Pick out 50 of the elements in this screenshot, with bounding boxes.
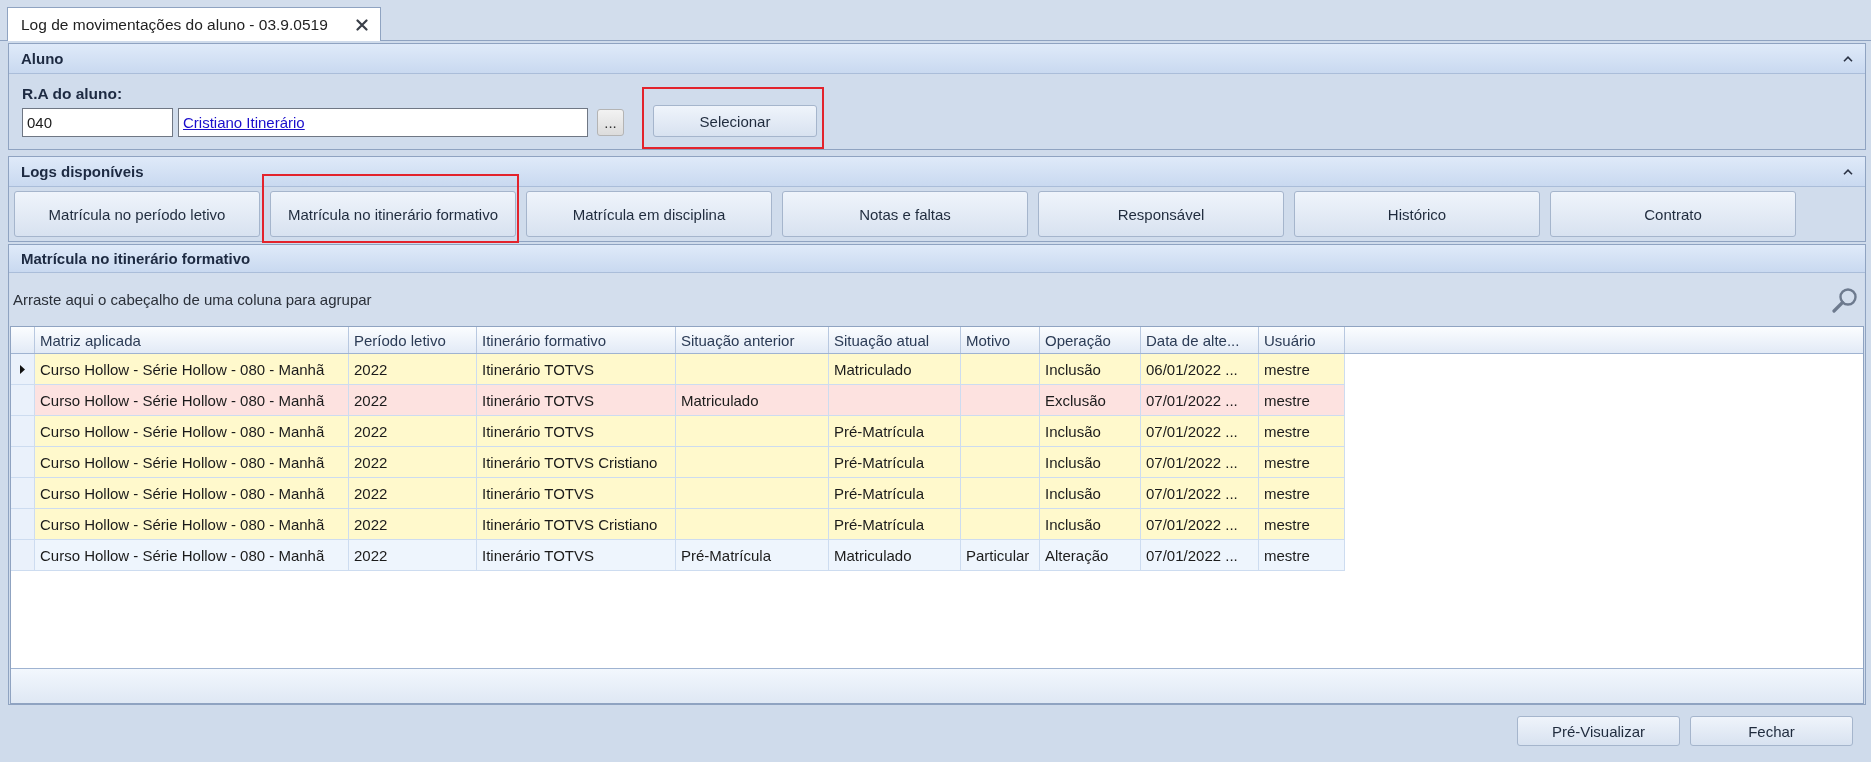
panel-title: Aluno xyxy=(21,50,64,67)
log-type-button[interactable]: Matrícula no período letivo xyxy=(14,191,260,237)
table-row[interactable]: Curso Hollow - Série Hollow - 080 - Manhã 2022 Itinerário TOTVS Pré-Matrícula Inclusão 07/01/2022 ... mestre xyxy=(11,478,1345,509)
close-icon[interactable] xyxy=(356,18,368,31)
ra-input-field[interactable]: 040 xyxy=(22,108,173,137)
browse-button[interactable]: ... xyxy=(597,109,624,136)
table-cell: Pré-Matrícula xyxy=(676,540,829,571)
footer-button[interactable]: Pré-Visualizar xyxy=(1517,716,1680,746)
student-name-field[interactable]: Cristiano Itinerário xyxy=(178,108,588,137)
log-type-button[interactable]: Matrícula no itinerário formativo xyxy=(270,191,516,237)
student-name-link[interactable]: Cristiano Itinerário xyxy=(183,114,305,131)
column-header[interactable]: Itinerário formativo xyxy=(477,327,676,353)
column-header[interactable]: Usuário xyxy=(1259,327,1345,353)
table-cell: Matriculado xyxy=(829,540,961,571)
document-tab[interactable]: Log de movimentações do aluno - 03.9.0519 xyxy=(7,7,381,41)
panel-title: Logs disponíveis xyxy=(21,163,144,180)
log-type-button[interactable]: Matrícula em disciplina xyxy=(526,191,772,237)
table-cell: Alteração xyxy=(1040,540,1141,571)
field-label: R.A do aluno: xyxy=(22,84,123,103)
log-type-button[interactable]: Responsável xyxy=(1038,191,1284,237)
table-cell: 07/01/2022 ... xyxy=(1141,540,1259,571)
column-header[interactable]: Operação xyxy=(1040,327,1141,353)
table-cell: Curso Hollow - Série Hollow - 080 - Manhã xyxy=(35,540,349,571)
group-by-hint: Arraste aqui o cabeçalho de uma coluna para agrupar xyxy=(13,291,372,308)
footer-button[interactable]: Fechar xyxy=(1690,716,1853,746)
column-header[interactable]: Situação anterior xyxy=(676,327,829,353)
table-cell: mestre xyxy=(1259,540,1345,571)
table-cell: Particular xyxy=(961,540,1040,571)
column-header[interactable]: Motivo xyxy=(961,327,1040,353)
table-cell: 2022 xyxy=(349,540,477,571)
table-row[interactable]: Curso Hollow - Série Hollow - 080 - Manhã 2022 Itinerário TOTVS Matriculado Exclusão 07/01/2022 ... mestre xyxy=(11,385,1345,416)
column-header[interactable]: Matriz aplicada xyxy=(35,327,349,353)
table-row[interactable]: Curso Hollow - Série Hollow - 080 - Manhã 2022 Itinerário TOTVS Cristiano Pré-Matrícula Inclusão 07/01/2022 ... mestre xyxy=(11,509,1345,540)
table-row[interactable]: Curso Hollow - Série Hollow - 080 - Manhã 2022 Itinerário TOTVS Matriculado Inclusão 06/01/2022 ... mestre xyxy=(11,354,1345,385)
table-row[interactable]: Curso Hollow - Série Hollow - 080 - Manhã 2022 Itinerário TOTVS Pré-Matrícula Inclusão 07/01/2022 ... mestre xyxy=(11,416,1345,447)
table-row[interactable]: Curso Hollow - Série Hollow - 080 - Manhã 2022 Itinerário TOTVS Cristiano Pré-Matrícula Inclusão 07/01/2022 ... mestre xyxy=(11,447,1345,478)
current-row-icon xyxy=(20,364,25,374)
log-type-button[interactable]: Contrato xyxy=(1550,191,1796,237)
column-header[interactable]: Situação atual xyxy=(829,327,961,353)
table-cell: Itinerário TOTVS xyxy=(477,540,676,571)
log-type-button[interactable]: Notas e faltas xyxy=(782,191,1028,237)
log-type-button[interactable]: Histórico xyxy=(1294,191,1540,237)
select-button[interactable]: Selecionar xyxy=(653,105,817,137)
column-header[interactable]: Data de alte... xyxy=(1141,327,1259,353)
search-icon[interactable] xyxy=(1832,286,1858,313)
column-header[interactable]: Período letivo xyxy=(349,327,477,353)
table-row[interactable]: Curso Hollow - Série Hollow - 080 - Manhã 2022 Itinerário TOTVS Pré-Matrícula Matriculado Particular Alteração 07/01/2022 ... mestre xyxy=(11,540,1345,571)
chevron-up-icon[interactable] xyxy=(1843,55,1853,62)
chevron-up-icon[interactable] xyxy=(1843,168,1853,175)
panel-title: Matrícula no itinerário formativo xyxy=(21,250,251,267)
